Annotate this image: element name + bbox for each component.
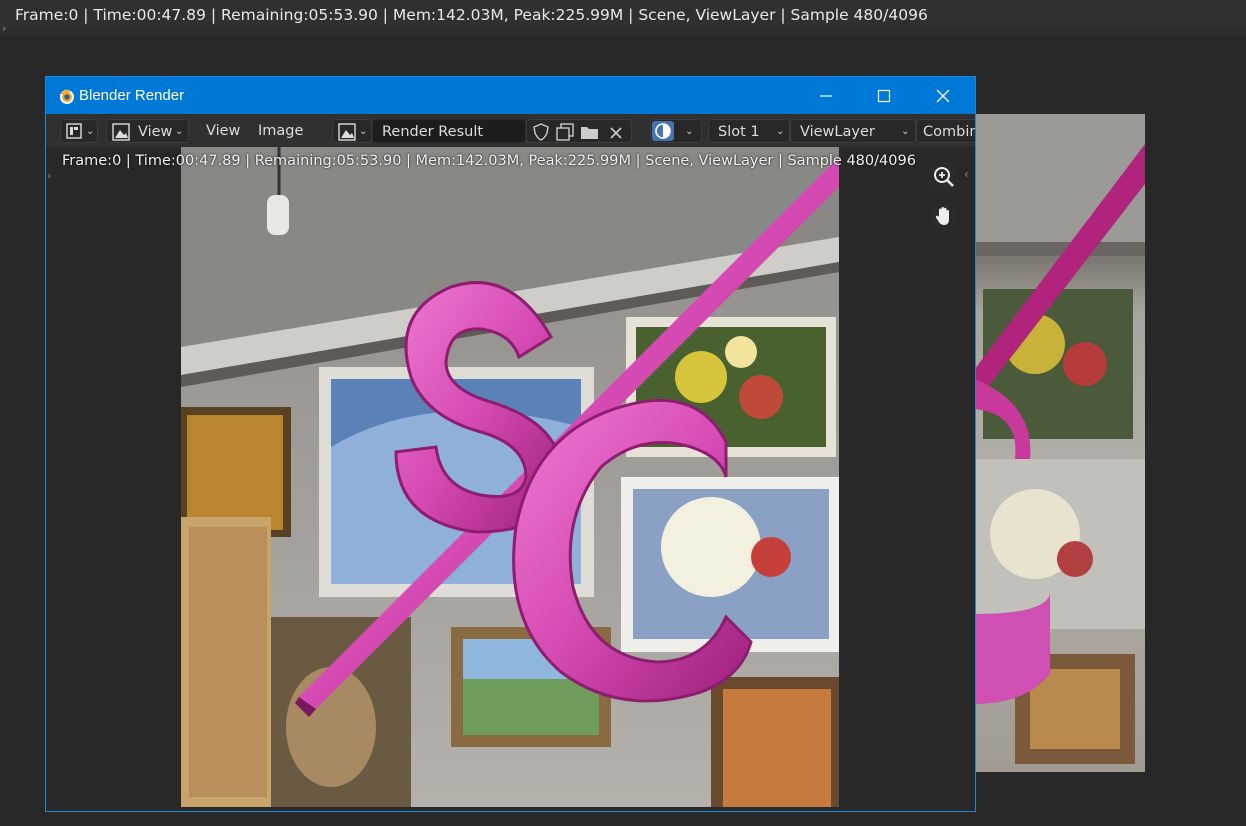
sidebar-expand-chevron-icon[interactable]: ‹ (964, 167, 969, 181)
menu-image[interactable]: Image (258, 119, 308, 143)
chevron-down-icon: ⌄ (776, 126, 785, 137)
main-status-line: Frame:0 | Time:00:47.89 | Remaining:05:5… (0, 0, 1246, 30)
color-alpha-icon (652, 121, 674, 141)
fake-user-shield-icon[interactable] (532, 123, 550, 149)
zoom-icon (934, 167, 954, 187)
unlink-close-icon[interactable] (609, 124, 623, 148)
slot-label: Slot 1 (718, 124, 760, 140)
picture-icon (338, 123, 356, 149)
open-folder-icon[interactable] (580, 123, 600, 149)
mode-label: View (138, 124, 173, 140)
editor-type-dropdown[interactable]: ⌄ (60, 119, 98, 143)
expand-chevron-icon[interactable]: › (2, 22, 6, 35)
image-name-field[interactable]: Render Result (372, 119, 526, 143)
window-title: Blender Render (79, 87, 185, 104)
background-render-preview (975, 114, 1145, 772)
image-browse-dropdown[interactable]: ⌄ (332, 119, 372, 143)
render-window: Blender Render ⌄ View ⌄ View Image ⌄ Ren… (45, 76, 976, 812)
mode-dropdown[interactable]: View ⌄ (106, 119, 189, 143)
view-layer-dropdown[interactable]: ViewLayer ⌄ (790, 119, 916, 143)
window-titlebar[interactable]: Blender Render (46, 77, 975, 114)
render-pass-dropdown[interactable]: Combin (916, 119, 975, 143)
view-layer-label: ViewLayer (800, 124, 875, 140)
display-channels-dropdown[interactable]: ⌄ (650, 119, 702, 143)
render-result-image[interactable] (181, 147, 839, 807)
chevron-down-icon: ⌄ (685, 126, 694, 137)
toolbar-expand-chevron-icon[interactable]: › (47, 169, 51, 182)
zoom-button[interactable] (928, 161, 960, 193)
pan-button[interactable] (928, 200, 960, 232)
maximize-icon (877, 89, 891, 102)
image-actions (526, 119, 632, 143)
close-button[interactable] (914, 77, 972, 114)
minimize-button[interactable] (797, 77, 855, 114)
hand-pan-icon (935, 207, 949, 225)
maximize-button[interactable] (855, 77, 913, 114)
close-icon (936, 89, 950, 102)
minimize-icon (820, 94, 832, 97)
image-editor-header: ⌄ View ⌄ View Image ⌄ Render Result ⌄ Sl… (46, 114, 975, 147)
chevron-down-icon: ⌄ (86, 126, 95, 137)
duplicate-icon[interactable] (556, 123, 574, 149)
blender-logo-icon (56, 86, 76, 106)
menu-view[interactable]: View (206, 119, 246, 143)
chevron-down-icon: ⌄ (175, 126, 184, 137)
chevron-down-icon: ⌄ (359, 126, 368, 137)
render-status-overlay: Frame:0 | Time:00:47.89 | Remaining:05:5… (62, 153, 916, 169)
slot-dropdown[interactable]: Slot 1 ⌄ (708, 119, 790, 143)
chevron-down-icon: ⌄ (901, 126, 910, 137)
image-editor-icon (66, 123, 82, 147)
picture-icon (112, 123, 130, 149)
